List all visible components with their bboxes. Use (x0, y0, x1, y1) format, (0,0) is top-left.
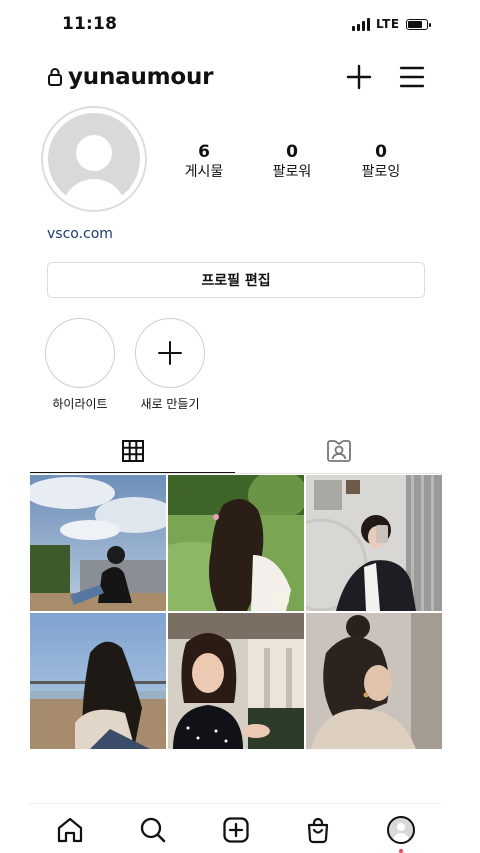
shop-icon (307, 817, 329, 844)
tab-tagged[interactable] (236, 431, 441, 471)
nav-search[interactable] (137, 814, 169, 846)
post-thumbnail[interactable] (168, 475, 304, 611)
tab-grid[interactable] (30, 431, 235, 471)
status-indicators: LTE (352, 16, 431, 32)
status-time: 11:18 (62, 14, 118, 34)
stat-posts[interactable]: 6 게시물 (164, 142, 244, 182)
edit-profile-button[interactable]: 프로필 편집 (47, 262, 425, 298)
stat-value: 6 (198, 142, 210, 162)
plus-icon[interactable] (345, 63, 373, 91)
post-thumbnail[interactable] (30, 475, 166, 611)
network-type: LTE (376, 17, 400, 31)
profile-username[interactable]: yunaumour (68, 64, 214, 90)
highlight-item[interactable]: 하이라이트 (44, 318, 116, 412)
stat-label: 팔로워 (272, 164, 312, 180)
highlight-label: 새로 만들기 (140, 397, 200, 411)
lock-icon (48, 68, 62, 86)
stat-following[interactable]: 0 팔로잉 (341, 142, 421, 182)
battery-icon (405, 18, 431, 30)
default-avatar-icon (48, 113, 140, 205)
new-post-icon (223, 817, 249, 843)
post-thumbnail[interactable] (306, 475, 442, 611)
stat-value: 0 (375, 142, 387, 162)
nav-shop[interactable] (302, 814, 334, 846)
plus-icon (158, 341, 182, 365)
stat-value: 0 (286, 142, 298, 162)
nav-home[interactable] (54, 814, 86, 846)
profile-avatar-icon (387, 816, 415, 844)
highlight-circle (135, 318, 205, 388)
active-tab-indicator (30, 472, 235, 473)
post-photo-6 (306, 613, 442, 749)
home-icon (57, 817, 83, 843)
post-photo-3 (306, 475, 442, 611)
nav-new-post[interactable] (220, 814, 252, 846)
profile-avatar[interactable] (41, 106, 147, 212)
posts-grid (30, 475, 442, 751)
post-photo-4 (30, 613, 166, 749)
post-photo-1 (30, 475, 166, 611)
profile-website-link[interactable]: vsco.com (47, 226, 113, 242)
post-thumbnail[interactable] (306, 613, 442, 749)
search-icon (140, 817, 166, 843)
nav-profile[interactable] (385, 814, 417, 846)
bottom-nav-divider (28, 803, 442, 804)
signal-icon (352, 17, 370, 31)
post-thumbnail[interactable] (30, 613, 166, 749)
stat-followers[interactable]: 0 팔로워 (252, 142, 332, 182)
new-highlight-button[interactable]: 새로 만들기 (134, 318, 206, 412)
grid-icon (121, 440, 144, 462)
post-thumbnail[interactable] (168, 613, 304, 749)
notification-dot (399, 849, 403, 853)
highlight-label: 하이라이트 (52, 397, 108, 411)
stat-label: 게시물 (184, 164, 224, 180)
stat-label: 팔로잉 (361, 164, 401, 180)
tab-divider (30, 473, 442, 474)
hamburger-menu-icon[interactable] (398, 63, 426, 91)
tagged-person-icon (326, 440, 351, 462)
highlight-circle (45, 318, 115, 388)
post-photo-2 (168, 475, 304, 611)
post-photo-5 (168, 613, 304, 749)
